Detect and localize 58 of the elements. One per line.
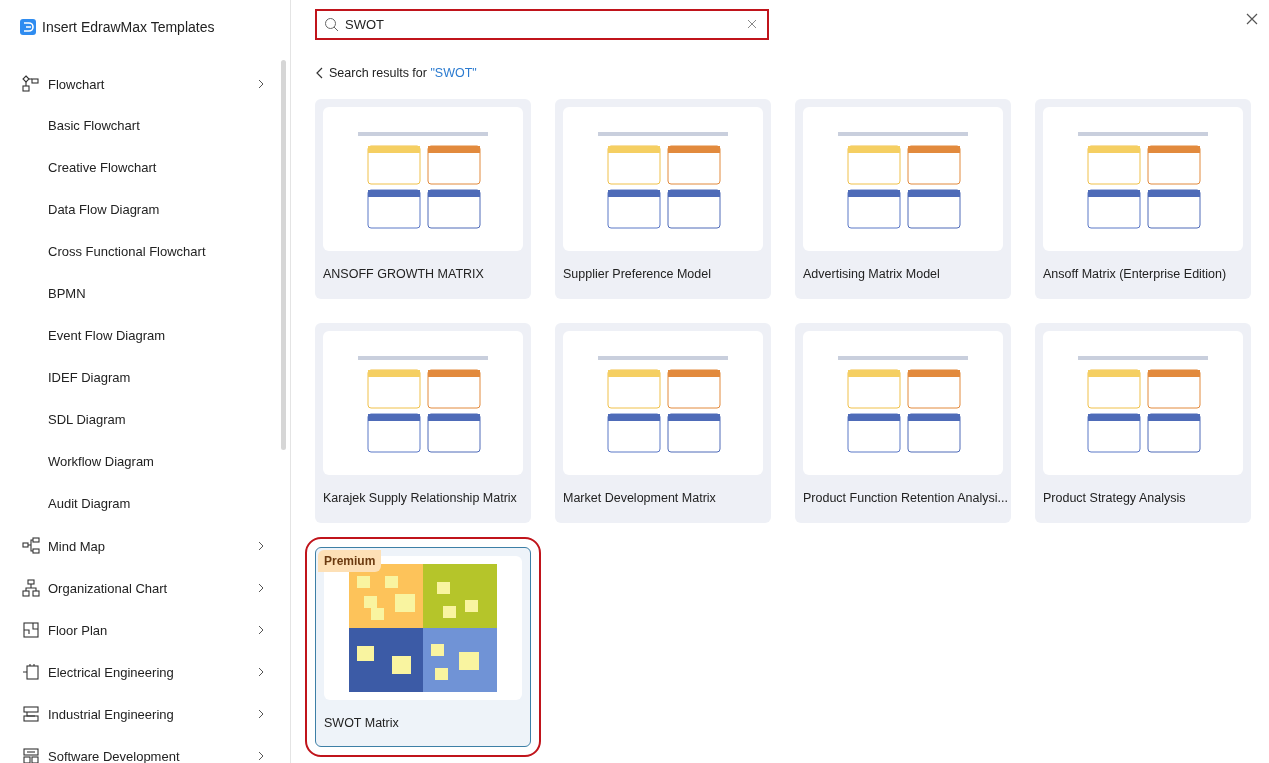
premium-badge: Premium (318, 550, 382, 572)
subcategory-item[interactable]: Workflow Diagram (0, 441, 290, 483)
subcategory-item[interactable]: Creative Flowchart (0, 147, 290, 189)
subcategory-item[interactable]: Basic Flowchart (0, 105, 290, 147)
stacked-boxes-icon (22, 705, 40, 723)
category-item[interactable]: Floor Plan (0, 609, 290, 651)
subcategory-item[interactable]: Event Flow Diagram (0, 315, 290, 357)
template-card[interactable]: Product Strategy Analysis (1035, 323, 1251, 523)
results-label: Search results for (329, 66, 428, 80)
chevron-right-icon (258, 79, 264, 89)
search-field[interactable]: SWOT (315, 9, 769, 40)
subcategory-item[interactable]: Audit Diagram (0, 483, 290, 525)
template-title: SWOT Matrix (324, 715, 400, 730)
app-logo-icon (20, 19, 36, 35)
chevron-right-icon (258, 751, 264, 761)
layout-icon (22, 747, 40, 763)
template-title: Supplier Preference Model (563, 266, 712, 281)
template-card[interactable]: Supplier Preference Model (555, 99, 771, 299)
template-card[interactable]: Advertising Matrix Model (795, 99, 1011, 299)
mind-map-icon (22, 537, 40, 555)
category-item[interactable]: Software Development (0, 735, 290, 763)
category-item[interactable]: Flowchart (0, 63, 290, 105)
template-title: Product Strategy Analysis (1043, 490, 1187, 505)
search-icon (324, 17, 339, 32)
close-icon[interactable] (1246, 12, 1258, 25)
subcategory-item[interactable]: Data Flow Diagram (0, 189, 290, 231)
chevron-right-icon (258, 625, 264, 635)
chevron-right-icon (258, 541, 264, 551)
floor-plan-icon (22, 621, 40, 639)
template-card[interactable]: Market Development Matrix (555, 323, 771, 523)
template-title: Ansoff Matrix (Enterprise Edition) (1043, 266, 1228, 281)
category-item[interactable]: Industrial Engineering (0, 693, 290, 735)
chevron-right-icon (258, 583, 264, 593)
back-icon[interactable] (315, 67, 323, 79)
chevron-right-icon (258, 709, 264, 719)
template-title: Advertising Matrix Model (803, 266, 941, 281)
scrollbar[interactable] (281, 60, 286, 450)
subcategory-item[interactable]: SDL Diagram (0, 399, 290, 441)
category-item[interactable]: Electrical Engineering (0, 651, 290, 693)
app-title: Insert EdrawMax Templates (42, 19, 215, 35)
subcategory-item[interactable]: BPMN (0, 273, 290, 315)
template-card[interactable]: Product Function Retention Analysi... (795, 323, 1011, 523)
org-chart-icon (22, 579, 40, 597)
template-card[interactable]: Ansoff Matrix (Enterprise Edition) (1035, 99, 1251, 299)
template-title: Market Development Matrix (563, 490, 717, 505)
subcategory-item[interactable]: Cross Functional Flowchart (0, 231, 290, 273)
template-card[interactable]: ANSOFF GROWTH MATRIX (315, 99, 531, 299)
category-item[interactable]: Mind Map (0, 525, 290, 567)
flowchart-icon (22, 75, 40, 93)
subcategory-item[interactable]: IDEF Diagram (0, 357, 290, 399)
template-card[interactable]: Karajek Supply Relationship Matrix (315, 323, 531, 523)
template-title: ANSOFF GROWTH MATRIX (323, 266, 485, 281)
search-query: "SWOT" (430, 66, 477, 80)
category-item[interactable]: Organizational Chart (0, 567, 290, 609)
clear-icon[interactable] (747, 19, 757, 29)
chevron-right-icon (258, 667, 264, 677)
template-title: Karajek Supply Relationship Matrix (323, 490, 518, 505)
circuit-icon (22, 663, 40, 681)
